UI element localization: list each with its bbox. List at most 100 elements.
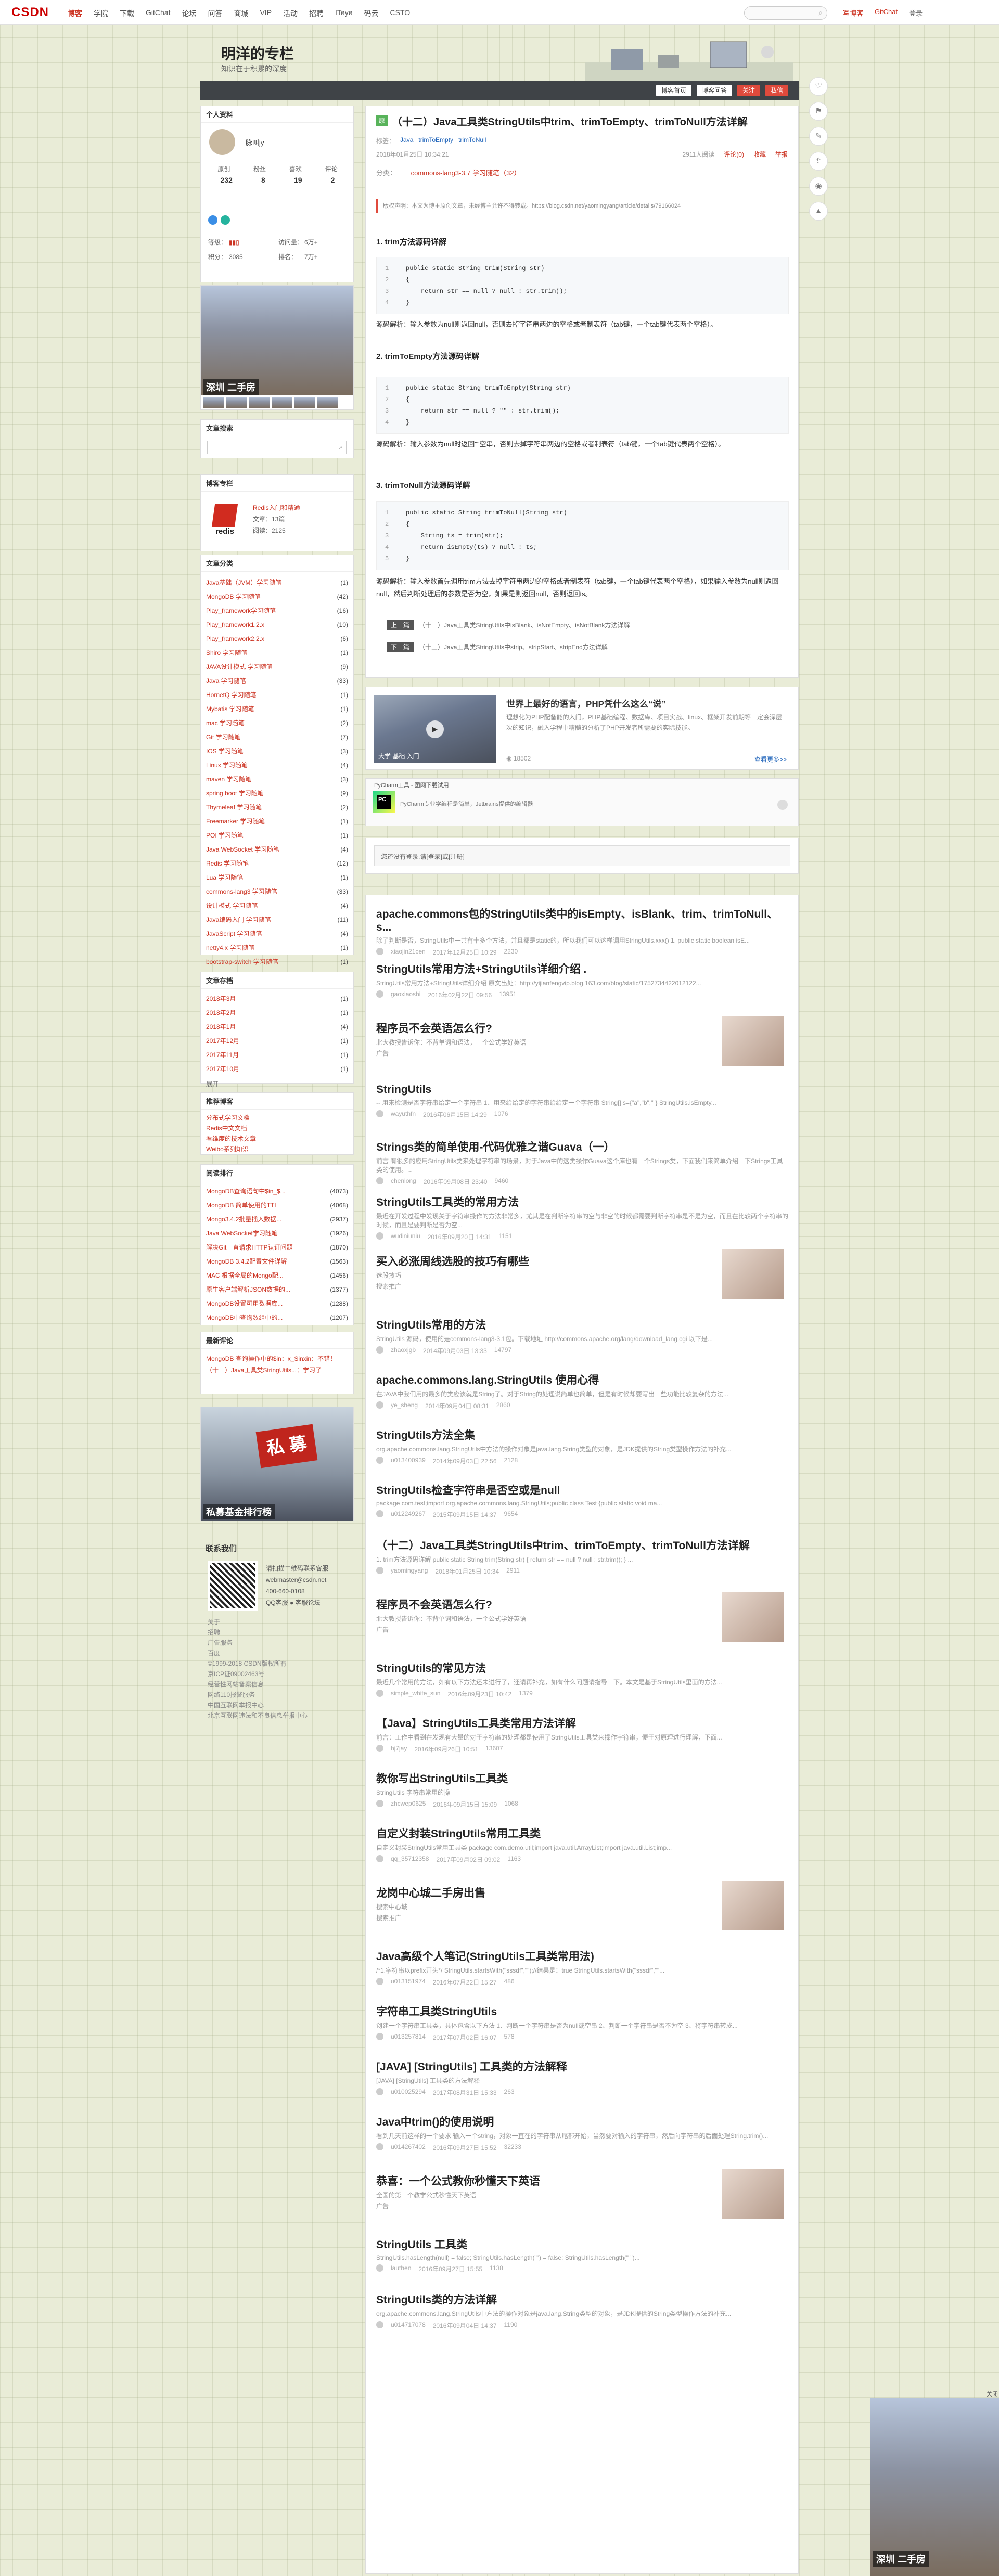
related-item[interactable]: StringUtils方法全集 org.apache.commons.lang.S…	[376, 1427, 789, 1465]
tag-link[interactable]: trimToEmpty	[418, 136, 453, 145]
floating-ad[interactable]: 关闭 深圳 二手房	[870, 2390, 999, 2576]
play-icon[interactable]: ▶	[426, 720, 444, 738]
pycharm-title[interactable]: PyCharm工具 - 图网下载试用	[374, 781, 449, 789]
hot-title[interactable]: 解决Git一直请求HTTP认证问题	[206, 1241, 293, 1255]
category-item[interactable]: Thymeleaf 学习随笔 (2)	[201, 801, 353, 815]
nav-item[interactable]: 活动	[283, 8, 298, 19]
hot-title[interactable]: 原生客户端解析JSON数据的...	[206, 1283, 290, 1297]
category-name[interactable]: Play_framework学习随笔	[206, 604, 276, 618]
search-icon[interactable]: ⌕	[339, 443, 343, 451]
csdn-logo[interactable]: CSDN	[11, 5, 49, 20]
ad-thumbnail[interactable]	[722, 1881, 784, 1930]
category-item[interactable]: netty4.x 学习随笔 (1)	[201, 941, 353, 955]
write-blog-link[interactable]: 写博客	[843, 8, 863, 18]
related-item[interactable]: StringUtils检查字符串是否空或是null package com.tes…	[376, 1482, 789, 1519]
footer-link[interactable]: 经营性网站备案信息	[208, 1679, 308, 1690]
category-link[interactable]: commons-lang3-3.7 学习随笔（32）	[411, 169, 521, 177]
related-title[interactable]: 教你写出StringUtils工具类	[376, 1770, 789, 1786]
related-author[interactable]: u014267402	[391, 2143, 426, 2152]
column-name[interactable]: Redis入门和精通	[253, 502, 300, 513]
course-promo[interactable]: ▶ 大学 基础 入门 世界上最好的语言，PHP凭什么这么“说” 理想化为PHP配…	[365, 687, 799, 770]
archive-month[interactable]: 2017年12月	[206, 1034, 239, 1048]
hot-item[interactable]: 原生客户端解析JSON数据的... (1377)	[201, 1283, 353, 1297]
category-item[interactable]: Git 学习随笔 (7)	[201, 730, 353, 744]
hot-item[interactable]: MongoDB设置可用数据库... (1288)	[201, 1297, 353, 1311]
related-author[interactable]: gaoxiaoshi	[391, 990, 420, 999]
nav-item[interactable]: 博客	[68, 8, 82, 19]
footer-link[interactable]: 招聘	[208, 1627, 308, 1638]
author-avatar[interactable]	[376, 1177, 383, 1184]
footer-link[interactable]: 网络110报警服务	[208, 1690, 308, 1700]
nav-item[interactable]: 商城	[234, 8, 248, 19]
redis-logo[interactable]: redis	[209, 504, 240, 540]
hot-item[interactable]: MongoDB 3.4.2配置文件详解 (1563)	[201, 1255, 353, 1269]
category-name[interactable]: netty4.x 学习随笔	[206, 941, 254, 955]
related-title[interactable]: StringUtils	[376, 1084, 789, 1096]
author-avatar[interactable]	[376, 990, 383, 998]
category-item[interactable]: MongoDB 学习随笔 (42)	[201, 590, 353, 604]
nav-item[interactable]: 下载	[120, 8, 134, 19]
hot-item[interactable]: Java WebSocket学习随笔 (1926)	[201, 1227, 353, 1241]
promo-more-link[interactable]: 查看更多>>	[754, 755, 787, 764]
hot-title[interactable]: MAC 根据全局的Mongo配...	[206, 1269, 284, 1283]
ad-thumbnail[interactable]	[722, 1592, 784, 1642]
article-search-input[interactable]: ⌕	[207, 441, 347, 454]
related-ad[interactable]: 买入必涨周线选股的技巧有哪些 选股技巧 搜索推广	[376, 1249, 789, 1306]
related-item[interactable]: 教你写出StringUtils工具类 StringUtils 字符串常用的操 zhc…	[376, 1770, 789, 1809]
recommend-item[interactable]: 看维度的技术文章	[201, 1134, 353, 1144]
category-item[interactable]: Mybatis 学习随笔 (1)	[201, 702, 353, 716]
category-item[interactable]: Play_framework1.2.x (10)	[201, 618, 353, 632]
footer-link[interactable]: ©1999-2018 CSDN版权所有	[208, 1658, 308, 1669]
category-item[interactable]: Linux 学习随笔 (4)	[201, 758, 353, 772]
collect-button[interactable]: 收藏	[753, 150, 766, 159]
related-ad[interactable]: 程序员不会英语怎么行? 北大教授告诉你：不背单词和语法，一个公式学好英语 广告	[376, 1592, 789, 1650]
category-name[interactable]: Play_framework1.2.x	[206, 618, 264, 632]
category-name[interactable]: maven 学习随笔	[206, 772, 251, 787]
related-title[interactable]: StringUtils常用方法+StringUtils详细介绍 .	[376, 961, 789, 976]
related-title[interactable]: 字符串工具类StringUtils	[376, 2003, 789, 2019]
sidebar-ad-fund[interactable]: 私 募 私募基金排行榜	[200, 1407, 354, 1521]
category-item[interactable]: IOS 学习随笔 (3)	[201, 744, 353, 758]
category-name[interactable]: Linux 学习随笔	[206, 758, 248, 772]
related-title[interactable]: StringUtils类的方法详解	[376, 2291, 789, 2307]
nav-item[interactable]: 问答	[208, 8, 222, 19]
related-author[interactable]: u010025294	[391, 2088, 426, 2097]
hot-item[interactable]: MongoDB查询语句中$in_$... (4073)	[201, 1184, 353, 1199]
top-icon[interactable]: ▲	[809, 202, 828, 221]
related-author[interactable]: lauthen	[391, 2264, 411, 2273]
nav-item[interactable]: VIP	[260, 8, 272, 19]
ad-thumb[interactable]	[272, 397, 292, 408]
avatar[interactable]	[209, 129, 235, 155]
author-avatar[interactable]	[376, 1401, 383, 1409]
category-item[interactable]: 设计模式 学习随笔 (4)	[201, 899, 353, 913]
related-item[interactable]: StringUtils 工具类 StringUtils.hasLength(nul…	[376, 2236, 789, 2273]
archive-item[interactable]: 2017年12月 (1)	[201, 1034, 353, 1048]
related-author[interactable]: wudiniuniu	[391, 1232, 420, 1241]
related-title[interactable]: （十二）Java工具类StringUtils中trim、trimToEmpty、…	[376, 1537, 789, 1553]
archive-item[interactable]: 2018年1月 (4)	[201, 1020, 353, 1034]
related-item[interactable]: 字符串工具类StringUtils 创建一个字符串工具类，具体包含以下方法 1、判…	[376, 2003, 789, 2042]
related-author[interactable]: u012249267	[391, 1510, 426, 1519]
related-author[interactable]: hj7jay	[391, 1745, 407, 1754]
related-item[interactable]: StringUtils常用方法+StringUtils详细介绍 . StringU…	[376, 961, 789, 999]
category-item[interactable]: mac 学习随笔 (2)	[201, 716, 353, 730]
related-author[interactable]: chenlong	[391, 1177, 416, 1186]
author-avatar[interactable]	[376, 1690, 383, 1697]
footer-link[interactable]: 北京互联网违法和不良信息举报中心	[208, 1710, 308, 1721]
category-item[interactable]: POI 学习随笔 (1)	[201, 829, 353, 843]
category-name[interactable]: Play_framework2.2.x	[206, 632, 264, 646]
category-item[interactable]: Java 学习随笔 (33)	[201, 674, 353, 688]
related-author[interactable]: simple_white_sun	[391, 1690, 440, 1698]
category-name[interactable]: Thymeleaf 学习随笔	[206, 801, 262, 815]
blog-qa-button[interactable]: 博客问答	[696, 85, 732, 96]
recommend-link[interactable]: Redis中文文档	[206, 1123, 247, 1134]
footer-link[interactable]: 关于	[208, 1617, 308, 1627]
message-button[interactable]: 私信	[765, 85, 788, 96]
category-name[interactable]: Java 学习随笔	[206, 674, 246, 688]
related-author[interactable]: u013400939	[391, 1457, 426, 1465]
category-item[interactable]: HornetQ 学习随笔 (1)	[201, 688, 353, 702]
category-name[interactable]: Java编码入门 学习随笔	[206, 913, 271, 927]
author-avatar[interactable]	[376, 948, 383, 955]
ad-thumb[interactable]	[294, 397, 315, 408]
footer-link[interactable]: 京ICP证09002463号	[208, 1669, 308, 1679]
